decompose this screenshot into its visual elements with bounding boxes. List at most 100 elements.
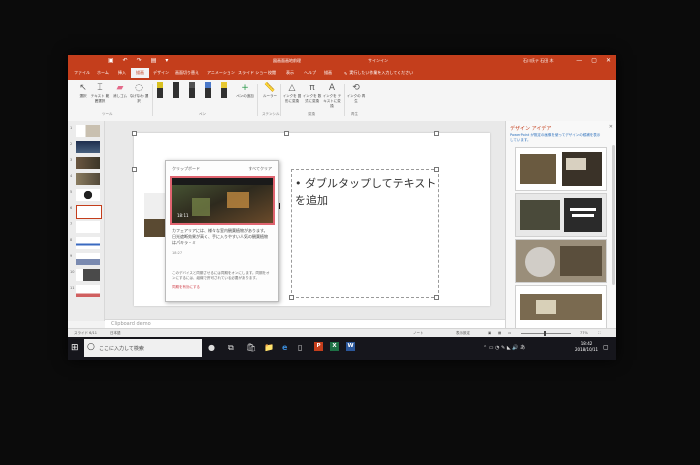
- slide-thumbnail[interactable]: 2: [69, 141, 103, 153]
- zoom-slider-knob[interactable]: [544, 331, 546, 336]
- tab-view[interactable]: 表示: [286, 70, 294, 76]
- text-select-icon: ⌶: [97, 83, 103, 93]
- tab-insert[interactable]: 挿入: [118, 70, 126, 76]
- slide-thumbnail[interactable]: 7: [69, 221, 103, 233]
- tab-draw-format[interactable]: 描画: [324, 70, 332, 76]
- ribbon: ↖ 選択 ⌶ テキスト 範囲選択 ▰ 消しゴム ◌ なげなわ 選択 ツール + ペンの追加…: [68, 80, 616, 122]
- slide-thumbnail[interactable]: 1: [69, 125, 103, 137]
- slide-sorter-icon[interactable]: ▦: [498, 331, 501, 335]
- design-idea-card[interactable]: [515, 239, 607, 283]
- group-separator: [280, 84, 281, 116]
- slide-thumbnail[interactable]: 8: [69, 237, 103, 249]
- slide-thumbnail[interactable]: 9: [69, 253, 103, 265]
- slide-thumbnail[interactable]: 5: [69, 189, 103, 201]
- resize-handle[interactable]: [434, 167, 439, 172]
- resize-handle[interactable]: [284, 131, 289, 136]
- tab-file[interactable]: ファイル: [74, 70, 90, 76]
- ink-to-shape-button[interactable]: △ インクを 図形に変換: [282, 83, 302, 104]
- close-icon[interactable]: ✕: [609, 124, 613, 130]
- language-indicator[interactable]: 日本語: [110, 331, 121, 336]
- store-icon[interactable]: 🛍: [246, 343, 256, 352]
- slide-thumbnail-active[interactable]: 6: [69, 205, 103, 219]
- tab-draw[interactable]: 描画: [131, 68, 149, 78]
- design-idea-card[interactable]: [515, 193, 607, 237]
- system-tray[interactable]: ⌃ ▭ ◔ ✎ ◣ 🔊 あ: [483, 344, 525, 351]
- clipboard-image-item[interactable]: 18:11: [170, 176, 275, 225]
- word-icon[interactable]: W: [346, 342, 355, 351]
- taskbar-search-box[interactable]: ○ ここに入力して検索: [84, 339, 202, 357]
- pen-4[interactable]: [205, 82, 211, 99]
- ruler-button[interactable]: 📏 ルーラー: [260, 83, 280, 99]
- ink-to-math-button[interactable]: π インクを 数式に変換: [302, 83, 322, 104]
- notes-toggle[interactable]: ノート: [413, 331, 424, 336]
- design-ideas-note: PowerPoint が既定の画像を使ってデザインの候補を表示しています。: [510, 133, 601, 142]
- ink-replay-button[interactable]: ⟲ インクの 再生: [346, 83, 366, 104]
- tab-review[interactable]: 校閲: [268, 70, 276, 76]
- customize-icon[interactable]: ▾: [165, 58, 168, 64]
- design-idea-card[interactable]: [515, 285, 607, 329]
- slideshow-icon[interactable]: ▤: [151, 58, 157, 64]
- tab-home[interactable]: ホーム: [97, 70, 109, 76]
- slide-thumbnail[interactable]: 4: [69, 173, 103, 185]
- tab-transitions[interactable]: 画面切り替え: [175, 70, 199, 76]
- enable-sync-link[interactable]: 同期を有効にする: [172, 285, 200, 290]
- account-name[interactable]: 石川氏テ 石田 木: [523, 58, 554, 64]
- file-explorer-icon[interactable]: 📁: [264, 343, 274, 352]
- select-text-button[interactable]: ⌶ テキスト 範囲選択: [90, 83, 110, 104]
- slide-thumbnail[interactable]: 3: [69, 157, 103, 169]
- content-placeholder[interactable]: • ダブルタップしてテキストを追加: [291, 169, 439, 298]
- tell-me-box[interactable]: ✎ 実行したい作業を入力してください: [344, 70, 413, 76]
- resize-handle[interactable]: [132, 167, 137, 172]
- zoom-slider[interactable]: [521, 333, 571, 334]
- clipboard-text-item[interactable]: カフェアリアには、様々な室内観葉植物があります。日光遮断効果が高く、手に入りやす…: [172, 228, 268, 246]
- reading-view-icon[interactable]: ▭: [508, 331, 511, 335]
- design-idea-card[interactable]: [515, 147, 607, 191]
- search-icon: ○: [87, 342, 95, 352]
- design-pane-scrollbar[interactable]: [612, 145, 615, 285]
- zoom-level[interactable]: 77%: [580, 331, 588, 335]
- pen-3[interactable]: [189, 82, 195, 99]
- pen-5[interactable]: [221, 82, 227, 99]
- resize-handle[interactable]: [289, 295, 294, 300]
- slide-thumbnail[interactable]: 11: [69, 285, 103, 297]
- pen-1[interactable]: [157, 82, 163, 99]
- tab-help[interactable]: ヘルプ: [304, 70, 316, 76]
- pen-3-body: [189, 88, 195, 98]
- lasso-button[interactable]: ◌ なげなわ 選択: [129, 83, 149, 104]
- redo-icon[interactable]: ↷: [137, 58, 142, 64]
- taskbar-clock[interactable]: 18:42 2018/10/11: [575, 341, 598, 353]
- tab-slideshow[interactable]: スライド ショー: [238, 70, 267, 76]
- slide-thumbnail[interactable]: 10: [69, 269, 103, 281]
- tablet-icon[interactable]: ▯: [298, 343, 302, 352]
- clear-all-button[interactable]: すべてクリア: [248, 166, 272, 172]
- slide-number: 8: [70, 238, 73, 242]
- undo-icon[interactable]: ↶: [123, 58, 128, 64]
- save-icon[interactable]: ▣: [108, 58, 114, 64]
- excel-icon[interactable]: X: [330, 342, 339, 351]
- task-view-icon[interactable]: ⧉: [228, 343, 234, 353]
- close-icon[interactable]: ✕: [606, 57, 611, 64]
- notification-icon[interactable]: ▢: [603, 344, 609, 351]
- ink-to-text-label: インクを テキストに変換: [322, 94, 342, 108]
- add-pen-button[interactable]: + ペンの追加: [235, 83, 255, 99]
- microphone-icon[interactable]: ●: [208, 343, 215, 352]
- clipboard-text-time: 18:27: [172, 251, 183, 255]
- maximize-icon[interactable]: ▢: [591, 57, 597, 64]
- display-settings-button[interactable]: 表示設定: [456, 331, 470, 336]
- tab-animations[interactable]: アニメーション: [207, 70, 235, 76]
- ink-to-text-button[interactable]: A インクを テキストに変換: [322, 83, 342, 109]
- resize-handle[interactable]: [132, 131, 137, 136]
- powerpoint-icon[interactable]: P: [314, 342, 323, 351]
- sign-in-link[interactable]: サインイン: [368, 58, 388, 64]
- minimize-icon[interactable]: —: [576, 57, 582, 64]
- windows-start-icon[interactable]: ⊞: [71, 343, 79, 353]
- resize-handle[interactable]: [434, 131, 439, 136]
- tab-design[interactable]: デザイン: [153, 70, 169, 76]
- resize-handle[interactable]: [434, 295, 439, 300]
- slide-number: 10: [70, 270, 75, 274]
- fit-to-window-icon[interactable]: ⛶: [598, 331, 600, 335]
- eraser-button[interactable]: ▰ 消しゴム: [110, 83, 130, 99]
- edge-icon[interactable]: e: [282, 343, 287, 352]
- normal-view-icon[interactable]: ▣: [488, 331, 491, 335]
- pen-2[interactable]: [173, 82, 179, 99]
